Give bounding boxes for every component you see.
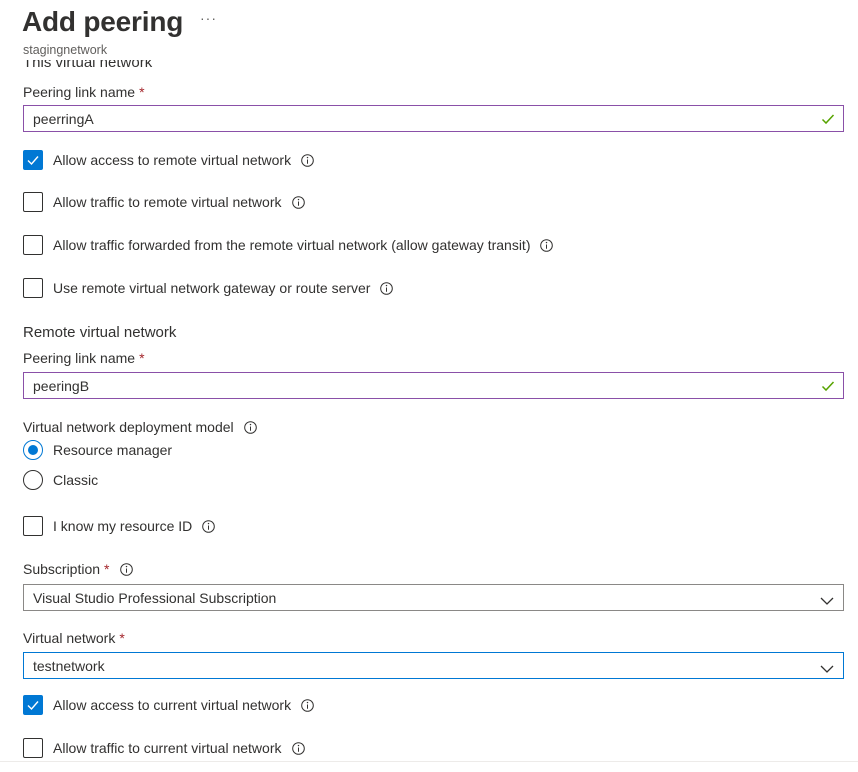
allow-access-remote-checkbox[interactable]: [23, 150, 43, 170]
allow-traffic-remote-checkbox-row[interactable]: Allow traffic to remote virtual network: [23, 192, 305, 212]
remote-peering-link-name-label-text: Peering link name: [23, 350, 136, 366]
deployment-model-label: Virtual network deployment model: [23, 419, 257, 435]
radio-resource-manager-label: Resource manager: [53, 442, 173, 458]
allow-traffic-current-checkbox[interactable]: [23, 738, 43, 758]
info-icon[interactable]: [119, 562, 133, 576]
divider: [0, 761, 858, 762]
checkmark-icon: [821, 112, 835, 126]
allow-traffic-remote-checkbox[interactable]: [23, 192, 43, 212]
virtual-network-label-text: Virtual network: [23, 630, 116, 646]
allow-access-remote-label: Allow access to remote virtual network: [53, 152, 292, 168]
allow-traffic-current-checkbox-row[interactable]: Allow traffic to current virtual network: [23, 738, 305, 758]
info-icon[interactable]: [301, 698, 314, 712]
checkmark-icon: [27, 156, 39, 166]
section-heading-remote-network: Remote virtual network: [23, 324, 177, 341]
peering-link-name-label-text: Peering link name: [23, 84, 136, 100]
remote-peering-link-name-input[interactable]: peeringB: [23, 372, 844, 399]
radio-resource-manager[interactable]: Resource manager: [23, 440, 172, 460]
remote-peering-link-name-label: Peering link name *: [23, 350, 145, 366]
page-subtitle: stagingnetwork: [23, 43, 108, 57]
more-options-button[interactable]: ···: [200, 10, 217, 26]
radio-classic-label: Classic: [53, 472, 99, 488]
info-icon[interactable]: [243, 420, 257, 434]
checkmark-icon: [821, 379, 835, 393]
subscription-label-text: Subscription: [23, 561, 101, 577]
use-remote-gateway-checkbox[interactable]: [23, 278, 43, 298]
use-remote-gateway-label: Use remote virtual network gateway or ro…: [53, 280, 371, 296]
use-remote-gateway-checkbox-row[interactable]: Use remote virtual network gateway or ro…: [23, 278, 394, 298]
required-marker: *: [104, 561, 110, 577]
subscription-label: Subscription *: [23, 561, 133, 577]
info-icon[interactable]: [301, 153, 314, 167]
deployment-model-label-text: Virtual network deployment model: [23, 419, 234, 435]
peering-link-name-input[interactable]: peerringA: [23, 105, 844, 132]
radio-resource-manager-button[interactable]: [23, 440, 43, 460]
info-icon[interactable]: [202, 519, 216, 533]
required-marker: *: [139, 84, 145, 100]
allow-access-current-checkbox-row[interactable]: Allow access to current virtual network: [23, 695, 314, 715]
page-title: Add peering: [22, 6, 184, 37]
info-icon[interactable]: [380, 281, 394, 295]
allow-gateway-transit-checkbox[interactable]: [23, 235, 43, 255]
allow-gateway-transit-checkbox-row[interactable]: Allow traffic forwarded from the remote …: [23, 235, 554, 255]
checkmark-icon: [27, 701, 39, 711]
know-resource-id-checkbox-row[interactable]: I know my resource ID: [23, 516, 216, 536]
radio-classic[interactable]: Classic: [23, 470, 98, 490]
virtual-network-dropdown[interactable]: testnetwork: [23, 652, 844, 679]
info-icon[interactable]: [291, 741, 305, 755]
virtual-network-label: Virtual network *: [23, 630, 125, 646]
allow-traffic-remote-label: Allow traffic to remote virtual network: [53, 194, 282, 210]
peering-link-name-value[interactable]: peerringA: [33, 111, 821, 127]
info-icon[interactable]: [291, 195, 305, 209]
allow-traffic-current-label: Allow traffic to current virtual network: [53, 740, 282, 756]
radio-classic-button[interactable]: [23, 470, 43, 490]
know-resource-id-label: I know my resource ID: [53, 518, 193, 534]
chevron-down-icon: [820, 593, 834, 605]
required-marker: *: [139, 350, 145, 366]
info-icon[interactable]: [540, 238, 554, 252]
section-heading-this-network: This virtual network: [23, 60, 423, 74]
virtual-network-value: testnetwork: [33, 657, 105, 674]
peering-link-name-label: Peering link name *: [23, 84, 145, 100]
subscription-value: Visual Studio Professional Subscription: [33, 589, 277, 606]
remote-peering-link-name-value[interactable]: peeringB: [33, 378, 821, 394]
allow-access-current-checkbox[interactable]: [23, 695, 43, 715]
allow-gateway-transit-label: Allow traffic forwarded from the remote …: [53, 237, 531, 253]
required-marker: *: [119, 630, 125, 646]
section-heading-this-network-text: This virtual network: [23, 60, 153, 71]
allow-access-current-label: Allow access to current virtual network: [53, 697, 292, 713]
chevron-down-icon: [820, 661, 834, 673]
know-resource-id-checkbox[interactable]: [23, 516, 43, 536]
allow-access-remote-checkbox-row[interactable]: Allow access to remote virtual network: [23, 150, 314, 170]
subscription-dropdown[interactable]: Visual Studio Professional Subscription: [23, 584, 844, 611]
